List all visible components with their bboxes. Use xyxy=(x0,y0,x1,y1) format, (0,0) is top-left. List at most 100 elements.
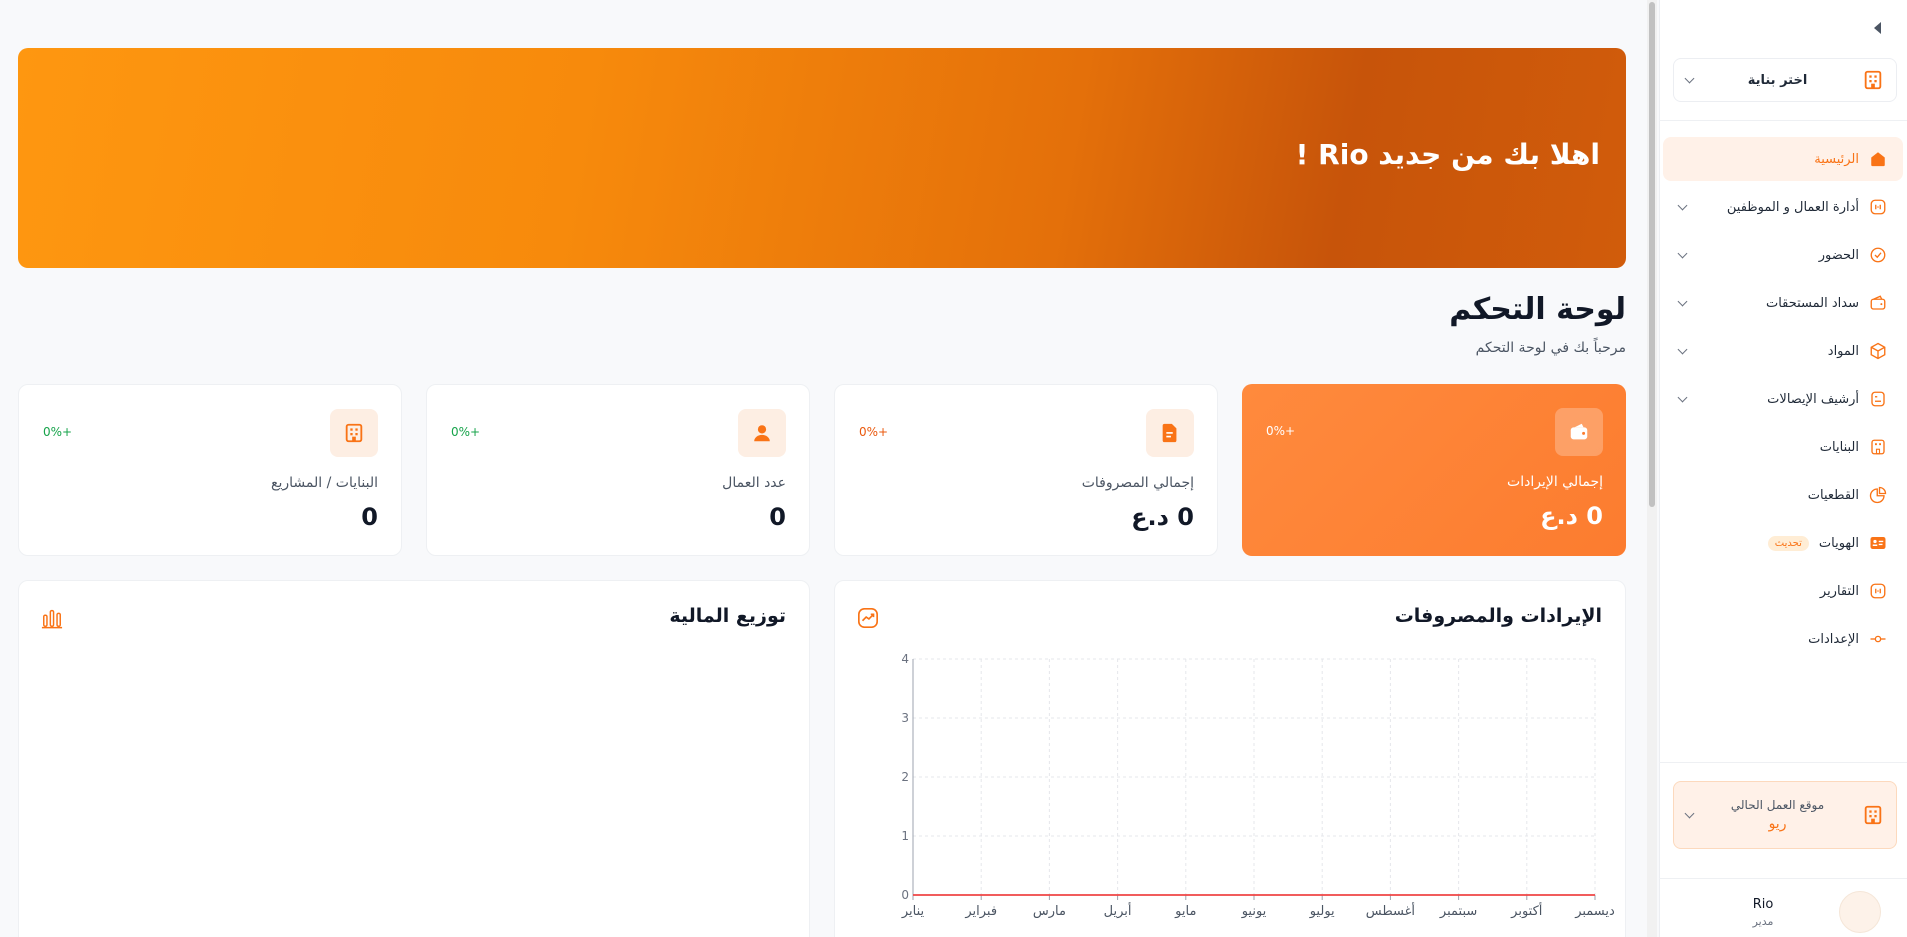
x-tick-label: مارس xyxy=(1033,904,1066,919)
avatar[interactable] xyxy=(1839,891,1881,933)
x-tick-label: مايو xyxy=(1174,904,1196,919)
chevron-down-icon xyxy=(1677,200,1688,210)
chevron-down-icon xyxy=(1684,808,1695,818)
stat-label: إجمالي الإيرادات xyxy=(1507,474,1603,490)
sidebar-item-label: القطعيات xyxy=(1807,487,1859,503)
work-location-title: موقع العمل الحالي xyxy=(1730,798,1825,812)
x-tick-label: أكتوبر xyxy=(1510,902,1542,919)
building-select[interactable]: اختر بناية xyxy=(1673,58,1897,102)
stat-card-revenue: +0% إجمالي الإيرادات 0 د.ع xyxy=(1242,384,1626,556)
sidebar-item-label: الإعدادات xyxy=(1808,631,1859,647)
divider xyxy=(1659,762,1907,763)
stat-value: 0 xyxy=(769,503,786,531)
work-location-card[interactable]: موقع العمل الحالي ريو xyxy=(1673,781,1897,849)
divider xyxy=(1659,878,1907,879)
settings-icon xyxy=(1870,635,1886,643)
x-tick-label: ديسمبر xyxy=(1574,904,1615,919)
finance-distribution-panel: توزيع المالية xyxy=(18,580,810,937)
y-tick-label: 4 xyxy=(901,652,909,666)
welcome-greeting: اهلا بك من جديد Rio ! xyxy=(1295,138,1600,171)
sidebar-item-label: التقارير xyxy=(1819,583,1859,599)
sidebar-item-attendance[interactable]: الحضور xyxy=(1663,233,1903,277)
main-content: اهلا بك من جديد Rio ! لوحة التحكم مرحباً… xyxy=(0,0,1645,937)
box-icon xyxy=(1870,342,1886,360)
work-location-value: ريو xyxy=(1768,816,1787,832)
sidebar-item-plots[interactable]: القطعيات xyxy=(1663,473,1903,517)
stat-value: 0 د.ع xyxy=(1540,502,1603,530)
divider xyxy=(1659,120,1907,121)
wallet-icon xyxy=(1555,408,1603,456)
sidebar-item-receipts[interactable]: أرشيف الإيصالات xyxy=(1663,377,1903,421)
user-role: مدير xyxy=(1752,915,1774,928)
pie-icon xyxy=(1869,486,1887,504)
sidebar-item-home[interactable]: الرئيسية xyxy=(1663,137,1903,181)
update-badge: تحديث xyxy=(1767,535,1809,551)
sidebar: اختر بناية الرئيسية أدارة العمال و الموظ… xyxy=(1659,0,1907,937)
document-icon xyxy=(1146,409,1194,457)
building-icon xyxy=(1871,439,1885,455)
y-tick-label: 1 xyxy=(901,829,909,843)
wallet-icon xyxy=(1870,295,1886,310)
sidebar-item-materials[interactable]: المواد xyxy=(1663,329,1903,373)
panel-title: توزيع المالية xyxy=(669,605,786,627)
x-tick-label: أبريل xyxy=(1104,902,1132,919)
sidebar-item-label: أدارة العمال و الموظفين xyxy=(1726,199,1859,215)
chevron-down-icon xyxy=(1677,296,1688,306)
sidebar-item-label: أرشيف الإيصالات xyxy=(1767,391,1859,407)
chevron-down-icon xyxy=(1677,344,1688,354)
stat-value: 0 xyxy=(361,503,378,531)
user-icon xyxy=(738,409,786,457)
y-tick-label: 2 xyxy=(901,770,909,784)
sidebar-item-label: الرئيسية xyxy=(1814,151,1859,167)
chevron-down-icon xyxy=(1684,73,1695,83)
x-tick-label: سبتمبر xyxy=(1439,904,1477,919)
bar-chart-icon xyxy=(41,607,63,633)
building-icon xyxy=(330,409,378,457)
id-card-icon xyxy=(1870,537,1886,549)
sidebar-item-ids[interactable]: الهويات تحديث xyxy=(1663,521,1903,565)
stat-label: إجمالي المصروفات xyxy=(1081,475,1194,491)
chart-svg: 0 1 2 3 4 يناير فبراير مارس أبريل مايو يونيو يوليو أ… xyxy=(901,652,1615,919)
building-select-label: اختر بناية xyxy=(1747,72,1808,88)
sidebar-item-reports[interactable]: التقارير xyxy=(1663,569,1903,613)
stat-card-expenses: +0% إجمالي المصروفات 0 د.ع xyxy=(834,384,1218,556)
chevron-down-icon xyxy=(1677,392,1688,402)
panel-title: الإيرادات والمصروفات xyxy=(1394,605,1602,627)
x-tick-label: يناير xyxy=(901,904,925,919)
x-tick-label: فبراير xyxy=(964,904,997,919)
revenue-expense-chart: 0 1 2 3 4 يناير فبراير مارس أبريل مايو يونيو يوليو أ… xyxy=(875,651,1615,937)
stat-change: +0% xyxy=(1266,424,1296,438)
y-tick-label: 0 xyxy=(901,888,909,902)
sidebar-item-buildings[interactable]: البنايات xyxy=(1663,425,1903,469)
receipt-icon xyxy=(1871,391,1885,407)
users-icon xyxy=(1870,199,1886,215)
user-name: Rio xyxy=(1752,897,1774,912)
stat-card-buildings: +0% البنايات / المشاريع 0 xyxy=(18,384,402,556)
sidebar-item-payments[interactable]: سداد المستحقات xyxy=(1663,281,1903,325)
welcome-banner: اهلا بك من جديد Rio ! xyxy=(18,48,1626,268)
sidebar-item-settings[interactable]: الإعدادات xyxy=(1663,617,1903,661)
building-icon xyxy=(1864,70,1882,90)
chevron-down-icon xyxy=(1677,248,1688,258)
report-icon xyxy=(1870,583,1886,599)
check-circle-icon xyxy=(1870,247,1886,263)
stat-label: البنايات / المشاريع xyxy=(271,475,378,491)
x-tick-label: يونيو xyxy=(1241,904,1267,919)
page-subtitle: مرحباً بك في لوحة التحكم xyxy=(1475,340,1626,356)
stat-card-workers: +0% عدد العمال 0 xyxy=(426,384,810,556)
sidebar-item-label: سداد المستحقات xyxy=(1765,295,1859,311)
scrollbar-thumb[interactable] xyxy=(1649,2,1655,507)
x-tick-label: يوليو xyxy=(1309,904,1335,919)
sidebar-item-workers[interactable]: أدارة العمال و الموظفين xyxy=(1663,185,1903,229)
trend-icon xyxy=(857,607,879,633)
building-icon xyxy=(1864,805,1882,825)
collapse-sidebar-icon[interactable] xyxy=(1874,22,1881,34)
sidebar-item-label: الحضور xyxy=(1818,247,1859,263)
page-title: لوحة التحكم xyxy=(1449,292,1626,327)
y-tick-label: 3 xyxy=(901,711,909,725)
sidebar-nav: الرئيسية أدارة العمال و الموظفين الحضور … xyxy=(1663,137,1903,665)
sidebar-item-label: الهويات xyxy=(1818,535,1859,551)
user-profile[interactable]: Rio مدير xyxy=(1659,891,1907,933)
home-icon xyxy=(1871,152,1885,167)
main-scrollbar[interactable] xyxy=(1647,0,1657,937)
